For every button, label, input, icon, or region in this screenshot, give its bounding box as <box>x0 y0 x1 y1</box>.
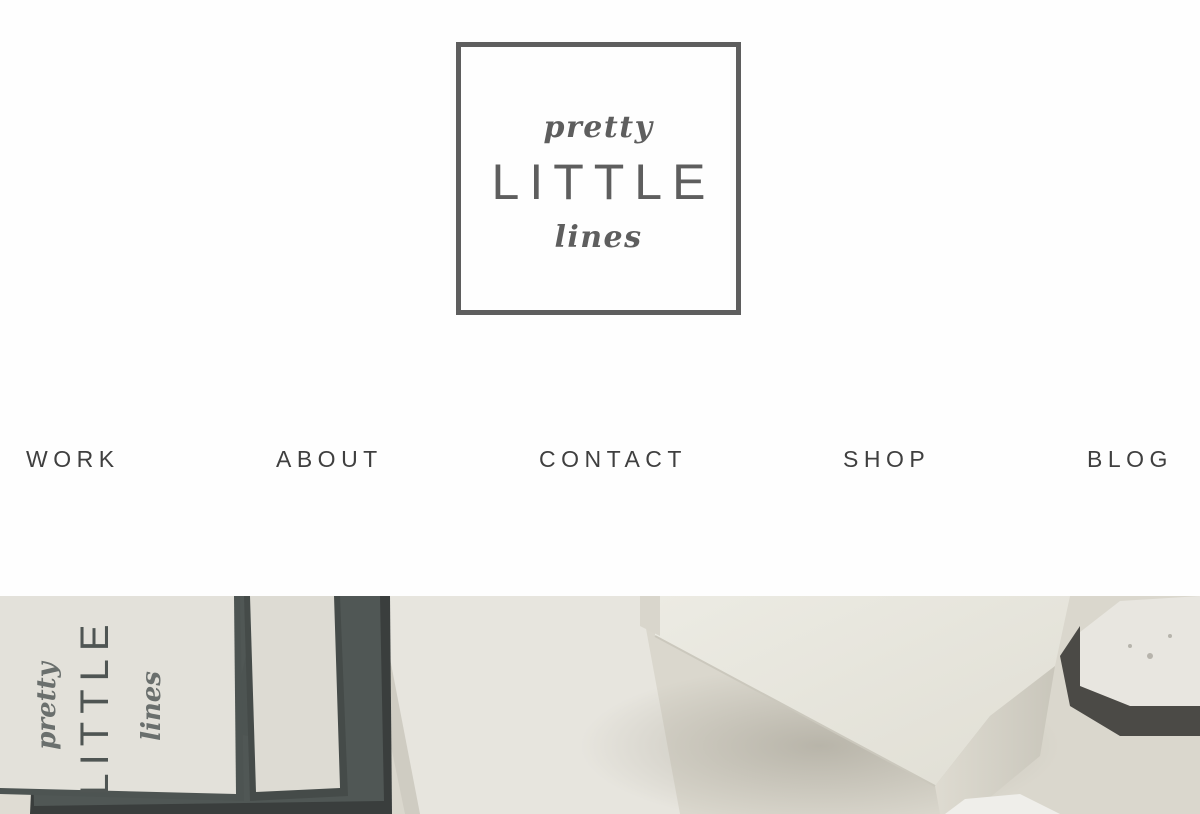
nav-item-blog[interactable]: BLOG <box>1087 444 1173 474</box>
card-word-lines: lines <box>137 671 167 741</box>
hero-image: pretty LITTLE lines <box>0 596 1200 814</box>
nav-item-about[interactable]: ABOUT <box>276 444 383 474</box>
logo-word-lines: lines <box>554 220 643 255</box>
nav-item-contact[interactable]: CONTACT <box>539 444 687 474</box>
nav-item-shop[interactable]: SHOP <box>843 444 930 474</box>
logo-word-little: LITTLE <box>491 154 716 210</box>
card-word-little: LITTLE <box>73 616 117 795</box>
nav-item-work[interactable]: WORK <box>26 444 120 474</box>
hero-photo-illustration: pretty LITTLE lines <box>0 596 1200 814</box>
card-word-pretty: pretty <box>32 660 62 749</box>
site-logo[interactable]: pretty LITTLE lines <box>456 42 741 315</box>
business-cards: pretty LITTLE lines <box>0 596 392 814</box>
main-navigation: WORK ABOUT CONTACT SHOP BLOG <box>0 444 1200 474</box>
logo-word-pretty: pretty <box>543 110 654 145</box>
